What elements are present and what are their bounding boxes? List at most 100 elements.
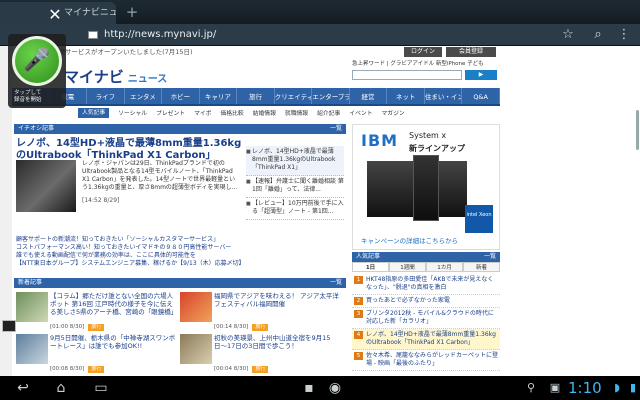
home-icon[interactable]: ⌂ (50, 379, 72, 397)
back-icon[interactable]: ↩ (12, 379, 34, 397)
ranking-row[interactable]: 4 レノボ、14型HD+液晶で最薄8mm重量1.36kgのUltrabook「Th… (352, 329, 500, 350)
subnav-active[interactable]: 人気記事 (78, 107, 110, 118)
article-card[interactable]: 9月5日開催、栃木県の「中禅寺湖スワンボートレース」は誰でも参加OK!! [00… (16, 334, 176, 374)
search-input[interactable] (352, 70, 462, 80)
tab-1month[interactable]: 1カ月 (426, 262, 463, 272)
list-item[interactable]: 【レビュー】10万円前後で手に入る「超薄型」ノート - 第1回... (246, 198, 344, 220)
menu-icon[interactable]: ⋮ (616, 27, 632, 43)
microphone-button[interactable]: 🎤 (12, 36, 62, 86)
ad-brand: IBM (361, 131, 399, 150)
ranking-row[interactable]: 5 佐々木希、尾籠ななみらがレッドカーペットに登場 - 映画「最後のふたり」 (352, 350, 500, 371)
article-card[interactable]: 福岡県でアジアを味わえる！ アジア太平洋フェスティバル福岡開催 [00:14 8… (180, 292, 340, 332)
nav-item[interactable]: Q&A (462, 88, 500, 104)
tab-bar: マイナビニュース + (0, 0, 640, 24)
lead-headline[interactable]: レノボ、14型HD+液晶で最薄8mm重量1.36kgのUltrabook「Thi… (16, 138, 246, 162)
tab-1day[interactable]: 1日 (352, 262, 389, 272)
rank-number: 4 (354, 331, 363, 339)
ranking-tabs: 1日 1週間 1カ月 新着 (352, 262, 500, 272)
nav-item[interactable]: ライフ (87, 88, 125, 104)
lead-summary: レノボ・ジャパンは29日、ThinkPadブランドで初のUltrabook製品と… (82, 160, 238, 191)
tab-title: マイナビニュース (64, 8, 116, 18)
article-card[interactable]: 初秋の美瑛景、上州中山道全宿を9月15日〜17日の3日間で歩こう！ [00:04… (180, 334, 340, 374)
close-icon[interactable]: ✕ (46, 6, 64, 24)
article-title: 福岡県でアジアを味わえる！ アジア太平洋フェスティバル福岡開催 (214, 292, 339, 308)
nav-item[interactable]: エンタープライズ (312, 88, 350, 104)
ranking-row[interactable]: 2 買ったあとで必ずなかった家電 (352, 295, 500, 308)
list-item[interactable]: レノボ、14型HD+液晶で最薄8mm重量1.36kgのUltrabook「Thi… (246, 146, 344, 176)
screenshot-icon[interactable]: ▪ (298, 379, 320, 397)
list-item[interactable]: 【速報】弁護士に聞く離婚相談 第1回「離婚」って、法律... (246, 176, 344, 198)
favicon-icon (88, 31, 98, 39)
category-badge: 旅行 (252, 366, 269, 373)
subnav-item[interactable]: 就職情報 (285, 108, 308, 117)
article-date: [00:04 8/30] 旅行 (214, 366, 269, 373)
article-date: [00:14 8/30] 旅行 (214, 324, 269, 331)
nav-item[interactable]: クリエイティブ (275, 88, 313, 104)
trending-words[interactable]: 急上昇ワード | グラビアアイドル 新型iPhone 子ども (352, 59, 502, 69)
tab-1week[interactable]: 1週間 (389, 262, 426, 272)
subnav-item[interactable]: マガジン (382, 108, 405, 117)
category-nav: 携帯家電ライフエンタメホビーキャリア旅行クリエイティブエンタープライズ経営ネット… (12, 88, 500, 106)
subnav-item[interactable]: マイボ (194, 108, 211, 117)
subnav-item[interactable]: プレゼント (156, 108, 185, 117)
article-card[interactable]: 【コラム】郷ただけ誰とない全国の六場人ポット 第16回 江戸時代の様子を今に伝え… (16, 292, 177, 332)
nav-item[interactable]: エンタメ (125, 88, 163, 104)
subnav-item[interactable]: 結婚情報 (253, 108, 276, 117)
rank-number: 2 (354, 297, 363, 305)
rank-number: 3 (354, 310, 363, 318)
section-editor-pick: イチオシ記事 一覧 (14, 124, 346, 134)
status-clock: 1:10 (568, 379, 602, 397)
article-thumbnail (16, 292, 48, 322)
section-title: 人気記事 (356, 253, 381, 260)
star-icon[interactable]: ☆ (560, 27, 576, 43)
app-shortcut-icon[interactable]: ◉ (324, 379, 346, 397)
scrollbar[interactable] (636, 110, 639, 150)
nav-item[interactable]: 住まい・インテリア (425, 88, 463, 104)
logo-text: マイナビ (64, 68, 124, 86)
article-thumbnail (180, 292, 212, 322)
nav-item[interactable]: ホビー (162, 88, 200, 104)
category-badge: 旅行 (88, 366, 105, 373)
subnav-item[interactable]: 価格比較 (220, 108, 243, 117)
lead-image[interactable] (16, 160, 76, 212)
subnav-item[interactable]: ソーシャル (118, 108, 147, 117)
lead-date: [14:52 8/29] (82, 197, 120, 204)
ad-line2: 新ラインアップ (409, 144, 465, 153)
ad-cta-link[interactable]: キャンペーンの詳細はこちらから (361, 235, 458, 245)
web-page: 話題サービスがオープンいたしました(7月15日) ログイン 会員登録 マイナビニ… (0, 46, 640, 376)
ranking-row[interactable]: 3 ブリンタ2012秋 - モバイル&クラウドの時代に対応した新「カラリオ」 (352, 308, 500, 329)
screen-mirror-icon[interactable] (2, 320, 16, 332)
register-button[interactable]: 会員登録 (446, 47, 496, 57)
category-badge: 旅行 (252, 324, 269, 331)
search-button[interactable]: ▶ (465, 70, 497, 80)
nav-item[interactable]: ネット (387, 88, 425, 104)
voice-search-panel: 🎤 タップして 録音を開始 (8, 34, 66, 108)
tab-new[interactable]: 新着 (463, 262, 500, 272)
article-title: 9月5日開催、栃木県の「中禅寺湖スワンボートレース」は誰でも参加OK!! (50, 334, 176, 350)
subnav-item[interactable]: 紹介記事 (317, 108, 340, 117)
nav-item[interactable]: 旅行 (237, 88, 275, 104)
section-new-articles: 新着記事 一覧 (14, 278, 346, 288)
more-link[interactable]: 一覧 (330, 278, 342, 288)
site-logo[interactable]: マイナビ ニュース (64, 68, 167, 89)
recent-apps-icon[interactable]: ▭ (90, 379, 112, 397)
nav-item[interactable]: 経営 (350, 88, 388, 104)
article-date: [01:00 8/30] 旅行 (50, 324, 105, 331)
url-bar[interactable]: http://news.mynavi.jp/ ☆ ⌕ ⋮ (0, 24, 640, 46)
subnav-item[interactable]: イベント (349, 108, 372, 117)
url-input[interactable]: http://news.mynavi.jp/ (104, 24, 216, 46)
ranking-row[interactable]: 1 HKT48指原の多田愛佳「AKBで未来が見えなくなった」、"脱退"の真相を激白 (352, 274, 500, 295)
new-tab-button[interactable]: + (124, 4, 140, 20)
ibm-advertisement[interactable]: IBM System x 新ラインアップ intel Xeon キャンペーンの詳… (352, 124, 500, 250)
promo-links[interactable]: 顧客サポートの新潮流！知っておきたい「ソーシャルカスタマーサービス」 コストパフ… (16, 236, 346, 268)
more-link[interactable]: 一覧 (484, 252, 496, 262)
article-thumbnail (180, 334, 212, 364)
section-ranking: 人気記事 一覧 (352, 252, 500, 262)
rank-title: レノボ、14型HD+液晶で最薄8mm重量1.36kgのUltrabook「Thi… (366, 331, 496, 346)
more-link[interactable]: 一覧 (330, 124, 342, 134)
nav-item[interactable]: キャリア (200, 88, 238, 104)
login-button[interactable]: ログイン (404, 47, 442, 57)
search-icon[interactable]: ⌕ (590, 27, 606, 43)
battery-icon: ▮ (629, 381, 637, 394)
rank-number: 1 (354, 276, 363, 284)
